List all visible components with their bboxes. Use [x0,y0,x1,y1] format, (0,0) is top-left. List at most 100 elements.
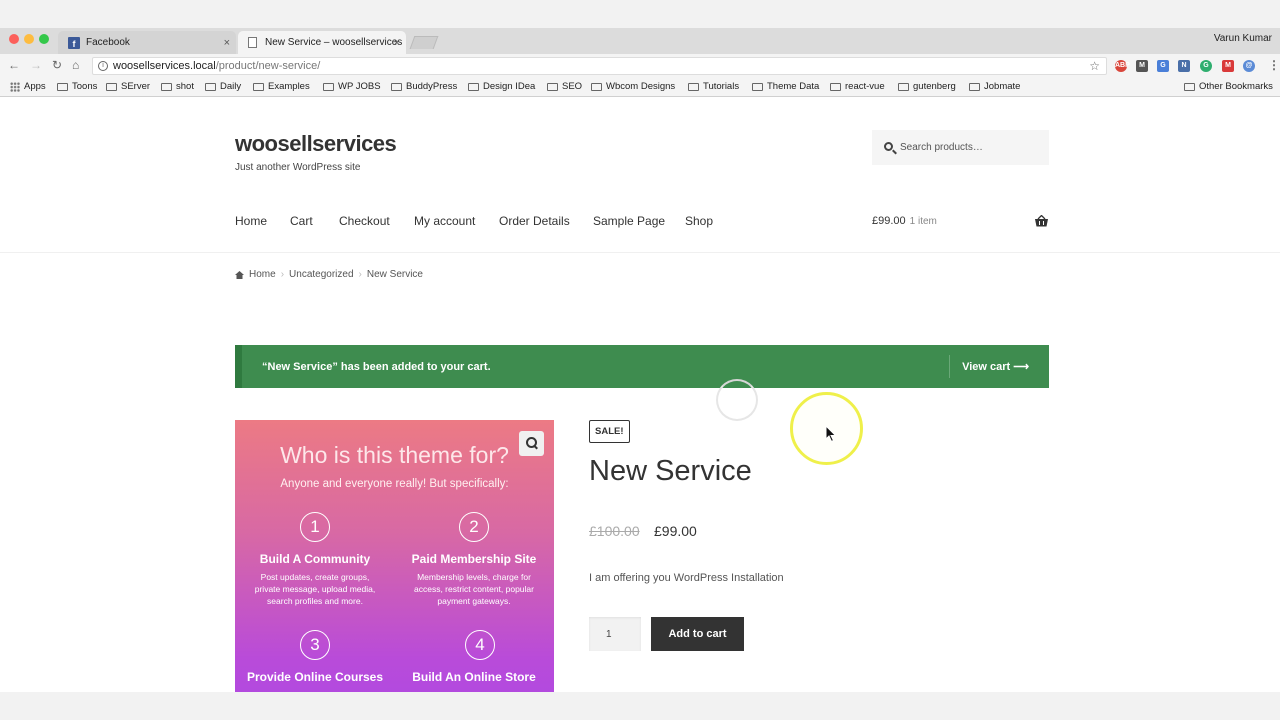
address-bar[interactable]: i woosellservices.local/product/new-serv… [92,57,1107,75]
bookmark-apps[interactable]: Apps [10,81,46,92]
at-ext-icon[interactable]: @ [1243,60,1255,72]
search-placeholder: Search products… [900,142,983,153]
other-bookmarks[interactable]: Other Bookmarks [1184,81,1273,92]
bookmark-folder[interactable]: BuddyPress [391,81,457,92]
header-cart-link[interactable]: £99.00 1 item [872,215,937,227]
bookmark-folder[interactable]: SErver [106,81,150,92]
view-cart-link[interactable]: View cart ⟶ [949,355,1049,378]
basket-icon[interactable] [1035,215,1048,227]
bookmark-folder[interactable]: Jobmate [969,81,1020,92]
short-description: I am offering you WordPress Installation [589,572,784,584]
product-title: New Service [589,455,752,487]
bookmark-folder[interactable]: WP JOBS [323,81,381,92]
screen-bottom-margin [0,692,1280,720]
bookmark-label: shot [176,81,194,92]
breadcrumb-current: New Service [366,269,423,280]
profile-name[interactable]: Varun Kumar [1214,33,1272,44]
site-title[interactable]: woosellservices [235,131,397,157]
add-to-cart-button[interactable]: Add to cart [651,617,744,651]
folder-icon [969,82,980,91]
site-info-icon[interactable]: i [98,61,108,71]
feature-number: 2 [459,512,489,542]
menu-item-cart[interactable]: Cart [290,214,313,228]
bookmark-label: Apps [24,81,46,92]
bookmark-label: Wbcom Designs [606,81,676,92]
bookmark-folder[interactable]: Theme Data [752,81,819,92]
bookmark-folder[interactable]: Wbcom Designs [591,81,675,92]
feature-number: 1 [300,512,330,542]
breadcrumb-home[interactable]: Home [249,269,276,280]
site-tagline: Just another WordPress site [235,162,361,173]
bookmark-label: Daily [220,81,242,92]
bookmark-folder[interactable]: SEO [547,81,582,92]
bookmark-folder[interactable]: Examples [253,81,310,92]
menu-item-checkout[interactable]: Checkout [339,214,390,228]
header-divider [0,252,1280,253]
bookmark-folder[interactable]: shot [161,81,194,92]
minimize-window-button[interactable] [24,34,34,44]
screen-top-margin [0,0,1280,28]
forward-icon[interactable]: → [30,58,42,72]
folder-icon [205,82,216,91]
folder-icon [830,82,841,91]
feature-number: 3 [300,630,330,660]
tab-facebook[interactable]: f Facebook × [58,31,236,54]
menu-item-shop[interactable]: Shop [685,214,713,228]
bookmark-label: Examples [268,81,310,92]
gmail-icon[interactable]: M [1136,60,1148,72]
bookmark-label: react-vue [845,81,885,92]
bookmark-folder[interactable]: Toons [57,81,97,92]
bookmark-star-icon[interactable]: ☆ [1089,59,1100,73]
mouse-cursor-icon [825,425,837,443]
breadcrumb-separator: › [358,269,362,280]
maximize-window-button[interactable] [39,34,49,44]
menu-item-home[interactable]: Home [235,214,267,228]
menu-item-sample-page[interactable]: Sample Page [593,214,665,228]
bookmark-folder[interactable]: gutenberg [898,81,956,92]
url-path: /product/new-service/ [215,60,321,72]
new-tab-button[interactable] [409,36,439,49]
new-ext-icon[interactable]: N [1178,60,1190,72]
folder-icon [1184,82,1195,91]
bookmark-folder[interactable]: Design IDea [468,81,535,92]
close-tab-icon[interactable]: × [394,37,400,49]
feature-title: Build A Community [259,552,371,566]
folder-icon [898,82,909,91]
folder-icon [253,82,264,91]
regular-price: £100.00 [589,523,640,539]
breadcrumb-category[interactable]: Uncategorized [289,269,353,280]
added-to-cart-notice: “New Service” has been added to your car… [235,345,1049,388]
close-window-button[interactable] [9,34,19,44]
folder-icon [161,82,172,91]
reload-icon[interactable]: ↻ [52,58,62,72]
product-image[interactable]: Who is this theme for? Anyone and everyo… [235,420,554,692]
back-icon[interactable]: ← [8,58,20,72]
folder-icon [547,82,558,91]
search-input[interactable]: Search products… [872,130,1049,165]
bookmark-folder[interactable]: Tutorials [688,81,739,92]
breadcrumb: Home › Uncategorized › New Service [235,269,423,280]
close-tab-icon[interactable]: × [224,37,230,49]
breadcrumb-separator: › [280,269,285,280]
grammarly-icon[interactable]: G [1200,60,1212,72]
menu-item-my-account[interactable]: My account [414,214,475,228]
bookmark-label: BuddyPress [406,81,458,92]
bookmark-label: Other Bookmarks [1199,81,1273,92]
translate-icon[interactable]: G [1157,60,1169,72]
folder-icon [391,82,402,91]
bookmark-folder[interactable]: react-vue [830,81,885,92]
loading-spinner [716,379,758,421]
bookmark-label: gutenberg [913,81,956,92]
menu-item-order-details[interactable]: Order Details [499,214,570,228]
abp-icon[interactable]: ABP [1115,60,1130,72]
facebook-icon: f [68,36,80,49]
mail-ext-icon[interactable]: M [1222,60,1234,72]
browser-menu-icon[interactable]: ⋮ [1268,58,1280,72]
home-icon[interactable]: ⌂ [72,58,79,72]
bookmark-folder[interactable]: Daily [205,81,241,92]
folder-icon [591,82,602,91]
tab-new-service[interactable]: New Service – woosellservices × [238,31,406,54]
bookmark-label: Tutorials [703,81,740,92]
quantity-input[interactable]: 1 [589,617,641,651]
folder-icon [106,82,117,91]
